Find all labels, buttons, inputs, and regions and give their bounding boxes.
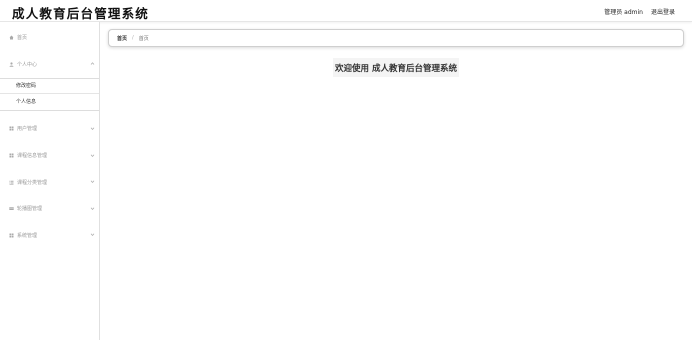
sidebar-item-users[interactable]: 用户管理 [0, 116, 99, 143]
breadcrumb-home[interactable]: 首页 [117, 35, 127, 42]
sidebar-item-carousel[interactable]: 轮播图管理 [0, 195, 99, 222]
welcome-message: 欢迎使用 成人教育后台管理系统 [333, 58, 459, 77]
user-icon [9, 62, 14, 67]
card-icon [9, 206, 14, 211]
chevron-down-icon [90, 207, 95, 210]
user-label: 管理员 admin [604, 9, 643, 16]
breadcrumb: 首页 / 首页 [108, 29, 684, 47]
sidebar-item-home[interactable]: 首页 [0, 25, 99, 52]
grid-icon [9, 126, 14, 131]
list-icon [9, 180, 14, 185]
sidebar-item-label: 个人中心 [17, 61, 38, 68]
submenu-item-personal-info[interactable]: 个人信息 [0, 94, 99, 110]
sidebar-item-label: 用户管理 [17, 126, 38, 133]
home-icon [9, 35, 14, 40]
sidebar-item-label: 课程信息管理 [17, 153, 48, 160]
grid-icon [9, 233, 14, 238]
sidebar-item-label: 首页 [17, 35, 28, 42]
breadcrumb-current: 首页 [138, 35, 149, 42]
sidebar-item-profile[interactable]: 个人中心 [0, 51, 99, 78]
chevron-down-icon [90, 154, 95, 157]
breadcrumb-separator: / [132, 35, 134, 41]
profile-submenu: 修改密码 个人信息 [0, 77, 99, 111]
top-header: 成人教育后台管理系统 管理员 admin 退出登录 [0, 0, 692, 22]
logout-button[interactable]: 退出登录 [651, 7, 675, 16]
sidebar-item-label: 系统管理 [17, 232, 38, 239]
chevron-down-icon [90, 233, 95, 237]
submenu-item-change-password[interactable]: 修改密码 [0, 79, 99, 95]
sidebar: 首页 个人中心 修改密码 个人信息 用户管理 课程信息管理 课程分类管理 轮播图… [0, 22, 100, 340]
sidebar-item-course-info[interactable]: 课程信息管理 [0, 142, 99, 169]
sidebar-item-system[interactable]: 系统管理 [0, 222, 99, 249]
chevron-up-icon [90, 62, 95, 66]
grid-icon [9, 153, 14, 158]
sidebar-item-label: 轮播图管理 [17, 206, 43, 213]
app-title: 成人教育后台管理系统 [12, 6, 150, 21]
chevron-down-icon [90, 180, 95, 184]
user-area: 管理员 admin 退出登录 [604, 7, 675, 16]
chevron-down-icon [90, 127, 95, 131]
sidebar-item-course-category[interactable]: 课程分类管理 [0, 169, 99, 196]
sidebar-item-label: 课程分类管理 [17, 179, 48, 186]
